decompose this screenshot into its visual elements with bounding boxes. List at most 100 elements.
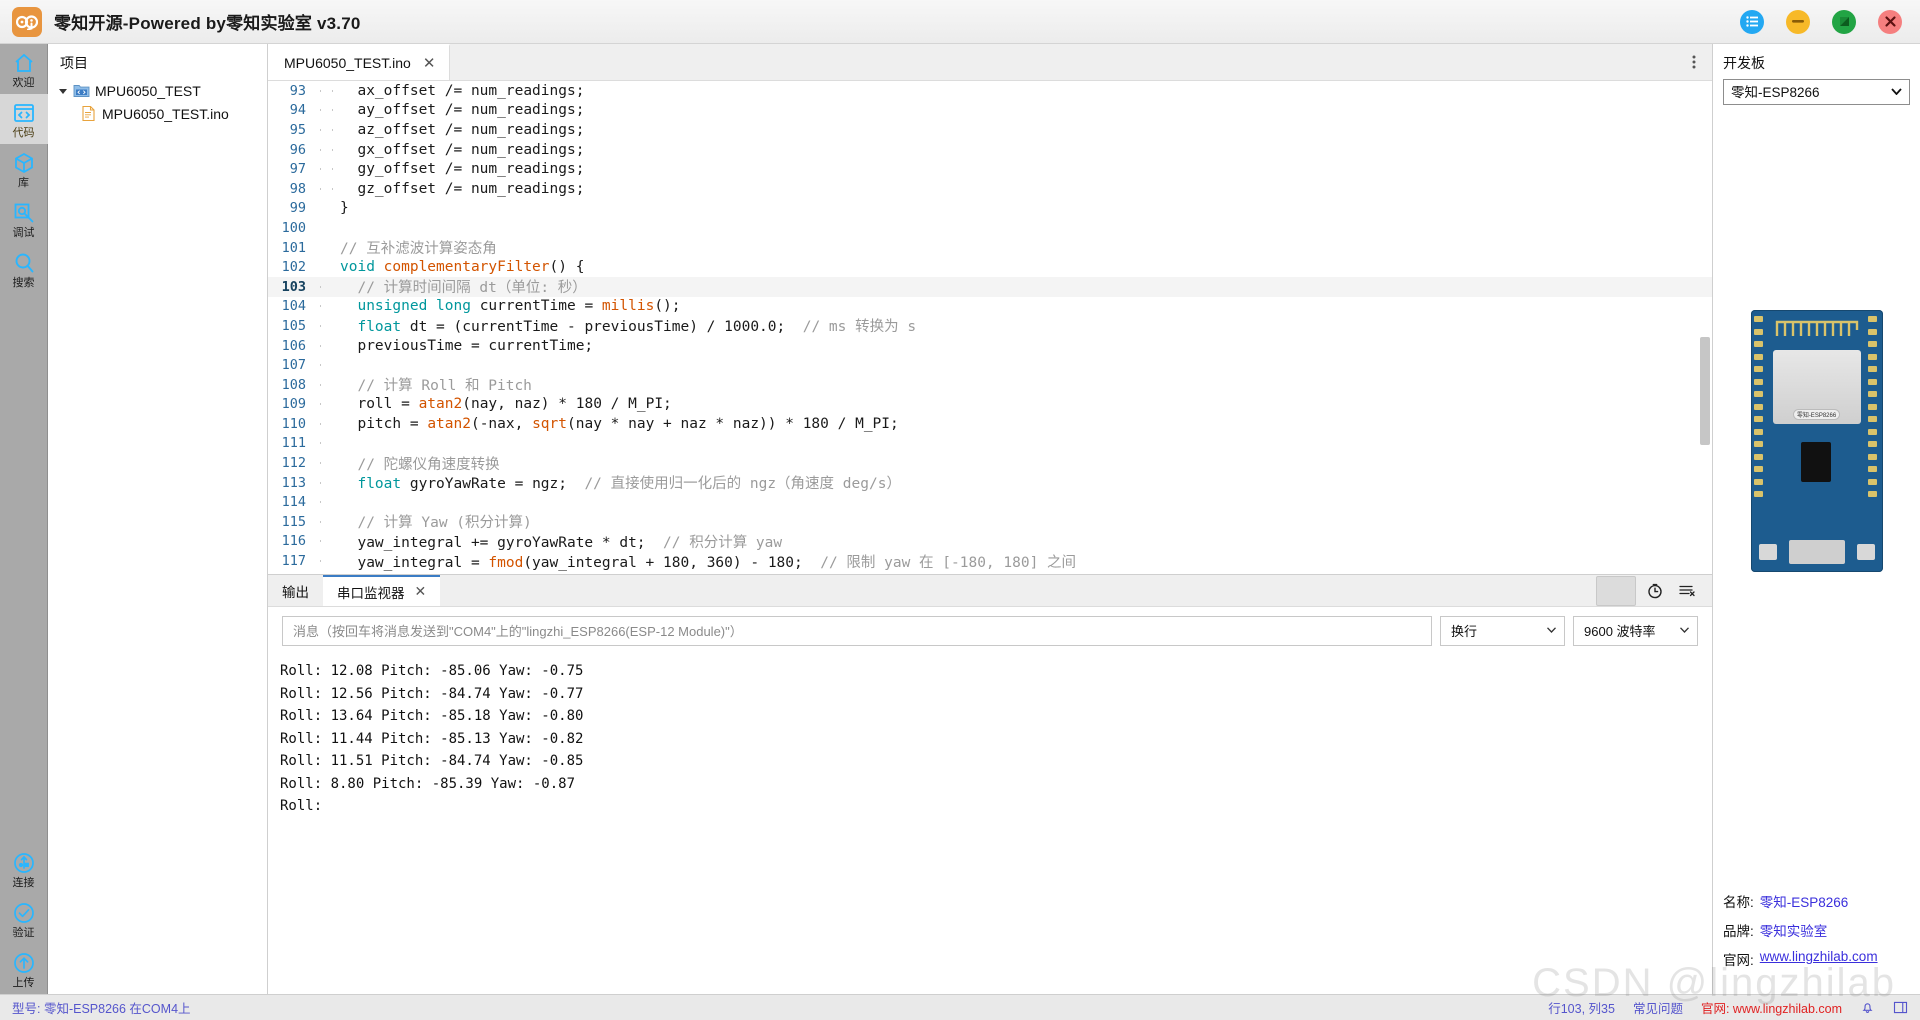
reset-button-image <box>1758 544 1777 560</box>
app-title: 零知开源-Powered by零知实验室 v3.70 <box>54 14 361 33</box>
esp-module-shield: 零知-ESP8266 <box>1772 350 1861 424</box>
official-site-link[interactable]: 官网: www.lingzhilab.com <box>1701 998 1842 1017</box>
newline-select[interactable]: 没有结束符换行回车回车加换行 <box>1440 616 1565 646</box>
main-body: 欢迎 代码 库 调试 搜索 连接 验证 上传 项目 MPU6050_TEST M… <box>0 44 1920 994</box>
code-line: 102 void complementaryFilter() { <box>268 257 1712 277</box>
sidebar-item-search[interactable]: 搜索 <box>0 244 48 294</box>
code-text: unsigned long currentTime = millis(); <box>357 298 681 315</box>
usb-port-image <box>1788 540 1845 564</box>
tree-item-label: MPU6050_TEST <box>95 82 201 99</box>
board-info-value[interactable]: www.lingzhilab.com <box>1760 949 1878 969</box>
line-number: 100 <box>281 219 306 236</box>
editor-tab[interactable]: MPU6050_TEST.ino ✕ <box>268 44 451 80</box>
bell-icon[interactable] <box>1860 1000 1875 1015</box>
board-image-label: 零知-ESP8266 <box>1792 409 1841 420</box>
code-line: 107 <box>268 355 1712 375</box>
sidebar-item-welcome[interactable]: 欢迎 <box>0 44 48 94</box>
code-line: 99} <box>268 199 1712 219</box>
bottom-panel: 输出 串口监视器 ✕ 消息（按回车将消息发送到"COM4"上的"lingzhi_… <box>268 574 1712 994</box>
tree-row[interactable]: MPU6050_TEST.ino <box>54 102 267 125</box>
tree-row[interactable]: MPU6050_TEST <box>54 79 267 102</box>
sidebar-item-label: 上传 <box>12 977 35 989</box>
title-bar: 零知开源-Powered by零知实验室 v3.70 <box>0 0 1920 44</box>
code-text: // 陀螺仪角速度转换 <box>340 456 500 473</box>
code-line: 114 <box>268 492 1712 512</box>
code-editor[interactable]: 93 ax_offset /= num_readings; 94 ay_offse… <box>268 81 1712 574</box>
upload-arrow-icon <box>13 953 34 973</box>
code-line: 110 pitch = atan2(-nax, sqrt(nay * nay +… <box>268 414 1712 434</box>
sidebar-item-code[interactable]: 代码 <box>0 94 48 144</box>
line-number: 112 <box>281 455 306 472</box>
sidebar-item-upload[interactable]: 上传 <box>0 944 48 994</box>
project-panel: 项目 MPU6050_TEST MPU6050_TEST.ino <box>48 44 268 994</box>
line-number: 109 <box>281 396 306 413</box>
sidebar-item-library[interactable]: 库 <box>0 144 48 194</box>
board-panel-title: 开发板 <box>1723 55 1765 71</box>
home-icon <box>14 53 33 72</box>
minimize-button[interactable] <box>1786 9 1810 34</box>
bottom-panel-tabs: 输出 串口监视器 ✕ <box>268 575 1712 607</box>
line-number: 115 <box>281 513 306 530</box>
code-text: // 计算 Roll 和 Pitch <box>340 378 532 395</box>
code-line: 93 ax_offset /= num_readings; <box>268 81 1712 101</box>
code-line: 104 unsigned long currentTime = millis()… <box>268 297 1712 317</box>
board-panel: 开发板 零知-ESP8266零知-标准板零知-增强板 零知-ESP8266 <box>1712 44 1920 994</box>
search-icon <box>15 253 33 273</box>
tab-serial-monitor[interactable]: 串口监视器 ✕ <box>323 575 441 606</box>
center-area: MPU6050_TEST.ino ✕ 93 ax_offset /= num_r… <box>268 44 1712 994</box>
line-number: 118 <box>268 573 316 574</box>
code-text: az_offset /= num_readings; <box>340 121 585 138</box>
code-line: 106 previousTime = currentTime; <box>268 336 1712 356</box>
code-line: 105 float dt = (currentTime - previousTi… <box>268 316 1712 336</box>
tab-output[interactable]: 输出 <box>268 575 323 606</box>
faq-link[interactable]: 常见问题 <box>1633 998 1683 1017</box>
sidebar-item-debug[interactable]: 调试 <box>0 194 48 244</box>
editor-more-button[interactable] <box>1676 44 1712 80</box>
sidebar-item-connect[interactable]: 连接 <box>0 844 48 894</box>
serial-message-input[interactable] <box>282 616 1432 646</box>
usb-chip <box>1800 442 1831 482</box>
panel-layout-icon[interactable] <box>1893 1000 1908 1015</box>
code-text: float dt = (currentTime - previousTime) … <box>357 319 917 336</box>
line-number: 94 <box>289 102 306 119</box>
line-number: 113 <box>281 474 306 491</box>
close-icon[interactable]: ✕ <box>415 583 427 600</box>
sidebar-item-verify[interactable]: 验证 <box>0 894 48 944</box>
close-icon[interactable]: ✕ <box>423 56 436 71</box>
folder-code-icon <box>73 85 90 97</box>
code-text: float gyroYawRate = ngz; // 直接使用归一化后的 ng… <box>357 476 901 493</box>
board-info-row: 官网: www.lingzhilab.com <box>1723 949 1910 969</box>
editor-tabstrip: MPU6050_TEST.ino ✕ <box>268 44 1712 81</box>
close-button[interactable] <box>1878 9 1902 34</box>
serial-output-line: Roll: 12.08 Pitch: -85.06 Yaw: -0.75 <box>280 663 584 679</box>
serial-output: Roll: 12.08 Pitch: -85.06 Yaw: -0.75 Roll… <box>268 654 1712 994</box>
line-number: 104 <box>281 298 306 315</box>
code-line: 111 <box>268 434 1712 454</box>
chevron-down-icon[interactable] <box>58 86 68 96</box>
line-number: 105 <box>281 317 306 334</box>
scroll-down-icon[interactable] <box>1596 575 1636 606</box>
line-number: 98 <box>289 180 306 197</box>
code-text: // 互补滤波计算姿态角 <box>340 241 497 258</box>
project-panel-title: 项目 <box>60 55 88 71</box>
code-text: ax_offset /= num_readings; <box>340 82 585 99</box>
editor-scrollbar[interactable] <box>1700 83 1710 572</box>
maximize-button[interactable] <box>1832 9 1856 34</box>
menu-button[interactable] <box>1740 9 1764 34</box>
board-select[interactable]: 零知-ESP8266零知-标准板零知-增强板 <box>1723 79 1910 105</box>
code-line: 97 gy_offset /= num_readings; <box>268 159 1712 179</box>
baud-select[interactable]: 9600 波特率115200 波特率 <box>1573 616 1698 646</box>
clear-lines-icon[interactable] <box>1674 579 1700 603</box>
clock-icon[interactable] <box>1642 579 1668 603</box>
code-text: yaw_integral = fmod(yaw_integral + 180, … <box>340 554 1077 571</box>
line-number: 110 <box>281 415 306 432</box>
code-line: 117 yaw_integral = fmod(yaw_integral + 1… <box>268 551 1712 571</box>
board-info-value: 零知实验室 <box>1759 924 1828 939</box>
editor-scrollbar-thumb[interactable] <box>1700 337 1710 445</box>
line-number: 108 <box>281 376 306 393</box>
serial-controls: 没有结束符换行回车回车加换行 9600 波特率115200 波特率 <box>268 607 1712 654</box>
debug-magnifier-icon <box>14 203 33 223</box>
code-line: 109 roll = atan2(nay, naz) * 180 / M_PI; <box>268 395 1712 415</box>
sidebar-item-label: 库 <box>18 177 29 189</box>
code-text: // 计算时间间隔 dt（单位: 秒） <box>340 280 587 297</box>
